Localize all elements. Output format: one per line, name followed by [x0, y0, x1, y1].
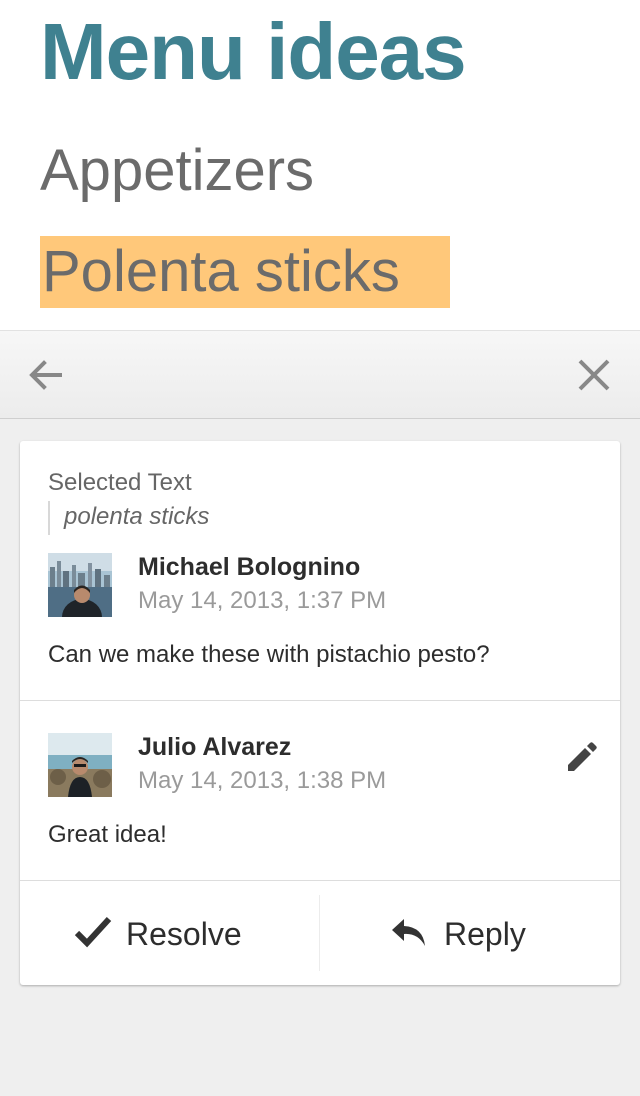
comment-card: Selected Text polenta sticks Michael Bol… [20, 441, 620, 985]
selected-text-label: Selected Text [48, 469, 192, 496]
checkmark-icon [74, 916, 112, 948]
comment-actions: Resolve Reply [20, 881, 620, 985]
comment-item: Julio Alvarez May 14, 2013, 1:38 PM Grea… [20, 701, 620, 881]
comment-text: Can we make these with pistachio pesto? [48, 641, 490, 668]
comment-date: May 14, 2013, 1:37 PM [138, 587, 387, 614]
highlighted-text[interactable]: Polenta sticks [40, 236, 450, 308]
arrow-left-icon [29, 360, 62, 390]
document-title: Menu ideas [40, 7, 467, 96]
selected-text-quote: polenta sticks [48, 501, 209, 535]
comment-toolbar [0, 331, 640, 419]
avatar [48, 733, 112, 797]
comment-text: Great idea! [48, 821, 167, 848]
pencil-icon [568, 742, 597, 771]
reply-arrow-icon [392, 919, 425, 946]
document-heading: Appetizers [40, 138, 315, 203]
avatar [48, 553, 112, 617]
comment-panel: Selected Text polenta sticks Michael Bol… [0, 330, 640, 1096]
resolve-label: Resolve [126, 916, 242, 952]
edit-comment-button[interactable] [560, 735, 600, 775]
highlighted-text-label: Polenta sticks [42, 239, 400, 304]
comment-author: Michael Bolognino [138, 553, 361, 581]
close-icon [578, 359, 610, 391]
reply-label: Reply [444, 916, 526, 952]
back-button[interactable] [20, 353, 72, 397]
close-button[interactable] [570, 351, 618, 399]
comment-author: Julio Alvarez [138, 733, 292, 761]
reply-button[interactable]: Reply [320, 881, 620, 985]
comment-item: Michael Bolognino May 14, 2013, 1:37 PM … [20, 551, 620, 701]
resolve-button[interactable]: Resolve [20, 881, 319, 985]
document-view: Menu ideas Appetizers Polenta sticks [0, 0, 640, 330]
comment-date: May 14, 2013, 1:38 PM [138, 767, 387, 794]
